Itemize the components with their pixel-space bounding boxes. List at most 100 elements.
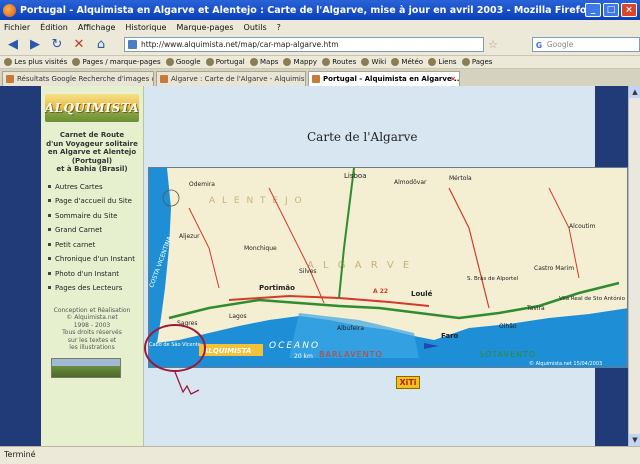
site-favicon <box>128 40 137 49</box>
reload-icon[interactable]: ↻ <box>48 36 66 54</box>
map-town-monchique: Monchique <box>244 245 277 252</box>
site-logo[interactable]: ALQUIMISTA <box>45 94 139 122</box>
url-bar[interactable]: http://www.alquimista.net/map/car-map-al… <box>124 37 484 52</box>
bookmark-icon <box>391 58 400 66</box>
vertical-scrollbar[interactable]: ▲ ▼ <box>628 86 640 446</box>
tab-algarve-map[interactable]: Algarve : Carte de l'Algarve - Alquimist… <box>156 71 306 86</box>
map-region-algarve: A L G A R V E <box>307 260 412 271</box>
tab-google-images[interactable]: Résultats Google Recherche d'images c... <box>2 71 154 86</box>
bookmark-icon <box>249 58 258 66</box>
map-town-olhao: Olhão <box>499 323 517 330</box>
bookmark-item[interactable]: Portugal <box>205 58 245 66</box>
close-tab-icon[interactable]: × <box>450 72 456 86</box>
map-barlavento-label: BARLAVENTO <box>319 350 383 359</box>
scroll-down-icon[interactable]: ▼ <box>629 434 640 446</box>
map-town-castro-marim: Castro Marim <box>534 265 574 272</box>
page-title: Carte de l'Algarve <box>307 130 418 144</box>
map-town-aljezur: Aljezur <box>179 233 200 240</box>
page-viewport: ALQUIMISTA Carnet de Route d'un Voyageur… <box>0 86 628 446</box>
bookmark-icon <box>461 58 470 66</box>
bookmark-item[interactable]: Wiki <box>361 58 386 66</box>
stop-icon[interactable]: ✕ <box>70 36 88 54</box>
sidebar-item-sommaire[interactable]: Sommaire du Site <box>47 212 139 221</box>
tab-portugal-active[interactable]: Portugal - Alquimista en Algarve ... × <box>308 71 460 86</box>
bookmark-item[interactable]: Routes <box>322 58 356 66</box>
bookmark-icon <box>4 58 12 66</box>
status-text: Terminé <box>4 450 36 459</box>
menu-view[interactable]: Affichage <box>78 23 116 32</box>
map-town-albufeira: Albufeira <box>337 325 364 332</box>
map-town-sbras: S. Brás de Alportel <box>467 275 519 282</box>
status-bar: Terminé <box>0 446 640 464</box>
sidebar: ALQUIMISTA Carnet de Route d'un Voyageur… <box>41 86 144 446</box>
sidebar-item-photo[interactable]: Photo d'un Instant <box>47 270 139 279</box>
credits: Conception et Réalisation © Alquimista.n… <box>53 306 131 352</box>
menu-history[interactable]: Historique <box>125 23 166 32</box>
sidebar-item-petit-carnet[interactable]: Petit carnet <box>47 241 139 250</box>
bookmark-item[interactable]: Liens <box>428 58 457 66</box>
maximize-button[interactable]: □ <box>603 3 619 17</box>
map-scale-label: 20 km <box>294 353 313 360</box>
window-titlebar: Portugal - Alquimista en Algarve et Alen… <box>0 0 640 20</box>
map-town-tavira: Tavira <box>526 305 545 312</box>
landscape-photo[interactable] <box>51 357 121 378</box>
sidebar-item-accueil[interactable]: Page d'accueil du Site <box>47 197 139 206</box>
sidebar-item-lecteurs[interactable]: Pages des Lecteurs <box>47 284 139 293</box>
menu-tools[interactable]: Outils <box>244 23 267 32</box>
forward-icon[interactable]: ▶ <box>26 36 44 54</box>
page-body: ALQUIMISTA Carnet de Route d'un Voyageur… <box>41 86 628 446</box>
sidebar-item-grand-carnet[interactable]: Grand Carnet <box>47 226 139 235</box>
scroll-up-icon[interactable]: ▲ <box>629 86 640 98</box>
xiti-counter-badge[interactable]: XiTi <box>396 376 420 389</box>
sidebar-menu: Autres Cartes Page d'accueil du Site Som… <box>41 183 143 293</box>
minimize-button[interactable]: _ <box>585 3 601 17</box>
close-button[interactable]: × <box>621 3 637 17</box>
url-text: http://www.alquimista.net/map/car-map-al… <box>141 40 339 49</box>
bookmarks-toolbar: Les plus visités Pages / marque-pages Go… <box>0 56 640 69</box>
tab-strip: Résultats Google Recherche d'images c...… <box>0 69 640 86</box>
menu-edit[interactable]: Édition <box>40 23 68 32</box>
bookmark-item[interactable]: Les plus visités <box>4 58 67 66</box>
bookmark-item[interactable]: Maps <box>249 58 278 66</box>
menu-help[interactable]: ? <box>277 23 281 32</box>
bookmark-icon <box>72 58 81 66</box>
sagres-highlight-circle <box>144 324 206 372</box>
back-icon[interactable]: ◀ <box>4 36 22 54</box>
bookmark-item[interactable]: Mappy <box>283 58 317 66</box>
bookmark-icon <box>205 58 214 66</box>
map-town-mertola: Mértola <box>449 175 472 182</box>
bookmark-item[interactable]: Météo <box>391 58 423 66</box>
map-town-faro: Faro <box>441 332 459 340</box>
map-logo-text: ALQUIMISTA <box>202 347 251 355</box>
google-icon: G <box>535 41 543 50</box>
map-sotavento-label: SOTAVENTO <box>479 350 536 359</box>
map-highway-label: A 22 <box>373 288 388 295</box>
search-input[interactable]: G Google <box>531 37 640 52</box>
bookmark-item[interactable]: Google <box>165 58 201 66</box>
bookmark-item[interactable]: Pages / marque-pages <box>72 58 161 66</box>
map-town-vrsa: Vila Real de Sto António <box>559 295 626 302</box>
annotation-arrow-icon <box>174 371 200 395</box>
sidebar-item-chronique[interactable]: Chronique d'un Instant <box>47 255 139 264</box>
bookmark-icon <box>283 58 292 66</box>
menu-file[interactable]: Fichier <box>4 23 30 32</box>
map-town-almodovar: Almodôvar <box>394 179 427 186</box>
navigation-toolbar: ◀ ▶ ↻ ✕ ⌂ http://www.alquimista.net/map/… <box>0 34 640 56</box>
window-title: Portugal - Alquimista en Algarve et Alen… <box>20 4 585 16</box>
map-town-silves: Silves <box>299 268 317 275</box>
map-town-portimao: Portimão <box>259 284 295 292</box>
map-sea-label: OCEANO <box>269 341 320 351</box>
menu-bar: Fichier Édition Affichage Historique Mar… <box>0 20 640 34</box>
firefox-icon <box>3 3 16 17</box>
sidebar-item-autres-cartes[interactable]: Autres Cartes <box>47 183 139 192</box>
search-placeholder: Google <box>546 40 574 49</box>
map-town-odemira: Odemira <box>189 181 215 188</box>
bookmark-icon <box>428 58 437 66</box>
menu-bookmarks[interactable]: Marque-pages <box>176 23 233 32</box>
map-region-alentejo: A L E N T E J O <box>209 196 304 206</box>
home-icon[interactable]: ⌂ <box>92 36 110 54</box>
bookmark-item[interactable]: Pages <box>461 58 492 66</box>
map-town-loule: Loulé <box>411 290 433 298</box>
map-copyright: © Alquimista.net 15/04/2003 <box>529 360 602 367</box>
bookmark-star-icon[interactable]: ☆ <box>488 38 498 51</box>
